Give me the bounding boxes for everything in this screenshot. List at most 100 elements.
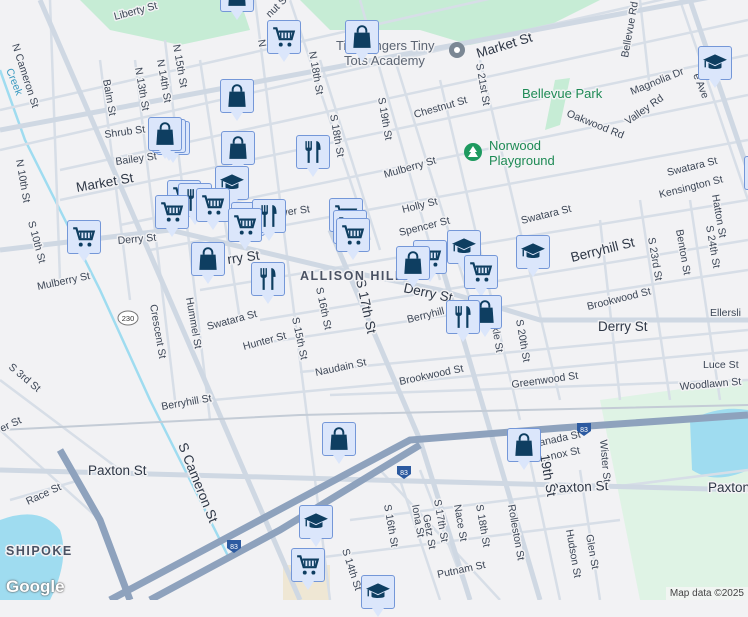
street-label: Valley Rd: [623, 92, 666, 127]
shopping-cart-icon: [273, 27, 296, 47]
street-label: Paxton St: [88, 463, 147, 478]
shopping-cart-icon: [342, 225, 365, 245]
us-230-shield: 230: [117, 310, 139, 326]
shopping-marker[interactable]: [191, 242, 225, 284]
street-label: Bailey St: [115, 150, 158, 168]
street-label: S 16th St: [381, 503, 400, 548]
shopping-cart-icon: [234, 215, 257, 235]
street-label: Naudain St: [314, 356, 367, 379]
shopping-cart-icon: [202, 195, 225, 215]
shopping-bag-icon: [199, 247, 217, 270]
school-marker[interactable]: [698, 46, 732, 88]
grocery-store-marker[interactable]: [228, 208, 262, 250]
shopping-cart-icon: [297, 555, 320, 575]
shopping-marker[interactable]: [148, 117, 182, 159]
graduation-cap-icon: [521, 243, 545, 258]
shopping-bag-icon: [515, 433, 533, 456]
shopping-marker[interactable]: [507, 428, 541, 470]
svg-text:230: 230: [122, 314, 135, 323]
shopping-cart-icon: [73, 227, 96, 247]
shopping-marker[interactable]: [322, 422, 356, 464]
street-label: er St: [0, 414, 23, 434]
street-label: Berryhill St: [160, 392, 212, 413]
shopping-bag-icon: [353, 25, 371, 48]
street-label: Hudson St: [563, 528, 583, 578]
restaurant-marker[interactable]: [446, 300, 480, 342]
place-label: Norwood: [489, 138, 541, 153]
interstate-83-shield: 83: [397, 466, 411, 479]
street-label: Swatara St: [520, 203, 573, 227]
street-label: Luce St: [703, 359, 739, 371]
map-canvas[interactable]: Liberty St N Cameron St Market St Chestn…: [0, 0, 748, 600]
street-label: ver St: [282, 203, 311, 219]
street-label: S 10th St: [25, 220, 48, 265]
park-norwood-playground[interactable]: Norwood Playground: [464, 137, 556, 170]
street-label: kle St: [489, 325, 505, 353]
fork-knife-icon: [455, 306, 471, 328]
shopping-marker[interactable]: [396, 246, 430, 288]
street-label: nut St: [264, 0, 292, 20]
grocery-store-marker[interactable]: [464, 255, 498, 297]
shopping-cart-icon: [470, 262, 493, 282]
street-label: Swatara St: [206, 308, 259, 333]
street-label: N 14th St: [154, 58, 173, 103]
restaurant-marker[interactable]: [251, 262, 285, 304]
street-label: Oakwood Rd: [565, 108, 626, 142]
school-marker[interactable]: [516, 235, 550, 277]
google-logo: Google: [6, 577, 65, 596]
street-label: N 10th St: [13, 158, 32, 203]
street-label: Derry St: [117, 232, 156, 247]
street-label: Mulberry St: [36, 270, 91, 293]
grocery-store-marker[interactable]: [67, 220, 101, 262]
neighborhood-label: ALLISON HILL: [300, 269, 404, 283]
shopping-marker[interactable]: [221, 131, 255, 173]
shopping-bag-icon: [229, 136, 247, 159]
place-label: Bellevue Park: [522, 86, 603, 101]
graduation-cap-icon: [304, 513, 328, 528]
grocery-store-marker[interactable]: [291, 548, 325, 590]
fork-knife-icon: [305, 141, 321, 163]
shopping-marker[interactable]: [220, 0, 254, 20]
grocery-store-marker[interactable]: [196, 188, 230, 230]
street-label: Glen St: [583, 533, 601, 570]
school-marker[interactable]: [361, 575, 395, 617]
street-label: Brookwood St: [398, 363, 465, 388]
street-label: S 19th St: [375, 96, 394, 141]
neighborhood-label: SHIPOKE: [6, 544, 73, 558]
street-label: S 20th St: [513, 318, 532, 363]
place-label: Playground: [489, 153, 555, 168]
grocery-store-marker[interactable]: [336, 218, 370, 260]
street-label: Ellersli: [710, 307, 741, 319]
graduation-cap-icon: [703, 54, 727, 69]
shopping-bag-icon: [156, 122, 174, 145]
grocery-store-marker[interactable]: [155, 195, 189, 237]
street-label: Race St: [24, 481, 63, 508]
street-label: N 15th St: [170, 43, 189, 88]
restaurant-marker[interactable]: [296, 135, 330, 177]
grocery-store-marker[interactable]: [267, 20, 301, 62]
fork-knife-icon: [260, 268, 276, 290]
svg-text:83: 83: [400, 470, 408, 477]
shopping-marker[interactable]: [220, 79, 254, 121]
school-marker[interactable]: [299, 505, 333, 547]
shopping-cart-icon: [161, 202, 184, 222]
street-label: Spencer St: [398, 215, 451, 239]
shopping-bag-icon: [228, 84, 246, 107]
street-label: S 21st St: [473, 62, 492, 106]
map-attribution[interactable]: Map data ©2025: [665, 587, 748, 600]
svg-text:83: 83: [230, 544, 238, 551]
street-label: S Cameron St: [175, 441, 221, 525]
shopping-bag-icon: [330, 427, 348, 450]
svg-text:83: 83: [580, 427, 588, 434]
street-label: Paxton: [708, 480, 748, 495]
graduation-cap-icon: [366, 583, 390, 598]
park-bellevue[interactable]: Bellevue Park: [521, 85, 605, 103]
shopping-marker[interactable]: [345, 20, 379, 62]
street-label: Derry St: [598, 319, 648, 334]
street-label: S 17th St: [353, 278, 379, 336]
street-label: S 18th St: [473, 503, 492, 548]
street-label: Hunter St: [242, 330, 288, 353]
street-label: Nace St: [451, 503, 469, 542]
grocery-store-marker[interactable]: [744, 156, 748, 190]
shopping-bag-icon: [404, 251, 422, 274]
